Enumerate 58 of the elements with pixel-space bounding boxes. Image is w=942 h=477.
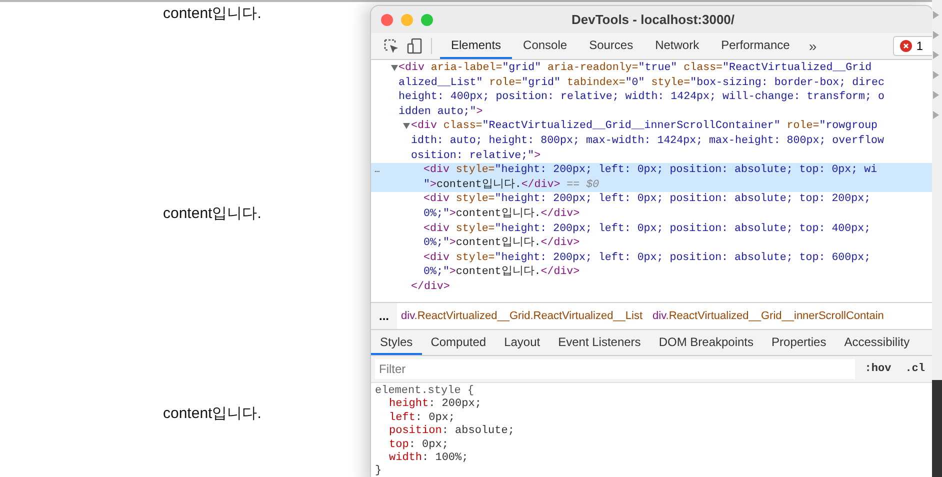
dom-line: idden auto;">: [398, 104, 483, 120]
inspect-icon[interactable]: [383, 38, 399, 54]
tab[interactable]: Sources: [578, 33, 644, 59]
device-icon[interactable]: [407, 38, 423, 54]
dom-line: <div aria-label="grid" aria-readonly="true" class="ReactVirtualized__Grid: [398, 61, 872, 76]
style-property[interactable]: width: 100%;: [389, 452, 468, 464]
dom-node[interactable]: <div class="ReactVirtualized__Grid__innerScrollContainer" role="rowgroup idth: auto; height: 800px; max-width: 1424px; max-height: 800px; overflow osition: relative;">: [371, 119, 933, 164]
style-property[interactable]: left: 0px;: [389, 412, 456, 424]
tab[interactable]: Properties: [762, 330, 836, 355]
dom-node[interactable]: <div style="height: 200px; left: 0px; position: absolute; top: 600px; 0%;">content입니다.</div>: [371, 250, 933, 280]
breadcrumb[interactable]: div.ReactVirtualized__Grid.ReactVirtualized__List: [397, 310, 647, 322]
minimize-icon[interactable]: [401, 14, 413, 26]
closing-brace: }: [375, 465, 382, 477]
dom-line: alized__List" role="grid" tabindex="0" style="box-sizing: border-box; direc: [398, 76, 885, 90]
dom-node[interactable]: <div style="height: 200px; left: 0px; position: absolute; top: 400px; 0%;">content입니다.</div>: [371, 222, 933, 251]
tab[interactable]: Layout: [495, 330, 550, 355]
window-title: DevTools - localhost:3000/: [570, 12, 736, 27]
more-button[interactable]: ...: [374, 163, 380, 178]
dom-line: <div style="height: 200px; left: 0px; position: absolute; top: 200px;: [424, 192, 871, 207]
error-counter[interactable]: 1: [893, 36, 933, 56]
style-property[interactable]: position: absolute;: [389, 425, 514, 438]
style-property[interactable]: top: 0px;: [389, 438, 448, 451]
dom-line: ">content입니다.</div> == $0: [424, 178, 600, 192]
toggle-button[interactable]: :hov: [860, 363, 896, 375]
dom-node[interactable]: ... <div style="height: 200px; left: 0px; position: absolute; top: 0px; wi ">content입니다.</div> == $0: [371, 163, 933, 192]
error-icon: [900, 40, 912, 52]
tab[interactable]: Performance: [710, 33, 801, 59]
tab[interactable]: Network: [644, 33, 710, 59]
dom-line: </div>: [411, 280, 450, 294]
breadcrumb-more-button[interactable]: ...: [371, 303, 398, 329]
tab[interactable]: Console: [512, 33, 578, 59]
maximize-icon[interactable]: [421, 14, 433, 26]
tab[interactable]: Elements: [440, 33, 512, 59]
tab[interactable]: Accessibility: [835, 330, 919, 355]
toggle-button[interactable]: .cl: [901, 363, 929, 375]
tab[interactable]: Computed: [422, 330, 496, 355]
dom-line: 0%;">content입니다.</div>: [424, 236, 580, 251]
style-selector: element.style {: [375, 385, 474, 397]
content-text: content입니다.: [163, 405, 262, 422]
dom-line: idth: auto; height: 800px; max-width: 1424px; max-height: 800px; overflow: [411, 134, 884, 149]
dom-line: <div style="height: 200px; left: 0px; position: absolute; top: 0px; wi: [424, 163, 878, 178]
content-text: content입니다.: [163, 205, 262, 222]
dom-line: 0%;">content입니다.</div>: [424, 206, 580, 222]
breadcrumb[interactable]: div.ReactVirtualized__Grid__innerScrollContain: [648, 310, 888, 322]
dom-node[interactable]: <div style="height: 200px; left: 0px; position: absolute; top: 200px; 0%;">content입니다.</div>: [371, 192, 933, 222]
filter-field[interactable]: Filter: [375, 359, 855, 379]
more-tabs-button[interactable]: »: [800, 33, 825, 59]
dom-line: <div style="height: 200px; left: 0px; position: absolute; top: 400px;: [424, 222, 871, 236]
close-icon[interactable]: [381, 14, 393, 26]
tab[interactable]: DOM Breakpoints: [650, 330, 763, 355]
tab[interactable]: Event Listeners: [549, 330, 650, 355]
dom-line: 0%;">content입니다.</div>: [424, 265, 580, 280]
dom-line: height: 400px; position: relative; width: 1424px; will-change: transform; o: [398, 90, 884, 105]
content-text: content입니다.: [163, 5, 262, 22]
style-property[interactable]: height: 200px;: [389, 398, 482, 410]
dom-line: osition: relative;">: [411, 148, 541, 164]
dom-line: <div class="ReactVirtualized__Grid__innerScrollContainer" role="rowgroup: [411, 119, 878, 134]
dom-line: <div style="height: 200px; left: 0px; position: absolute; top: 600px;: [424, 250, 871, 266]
